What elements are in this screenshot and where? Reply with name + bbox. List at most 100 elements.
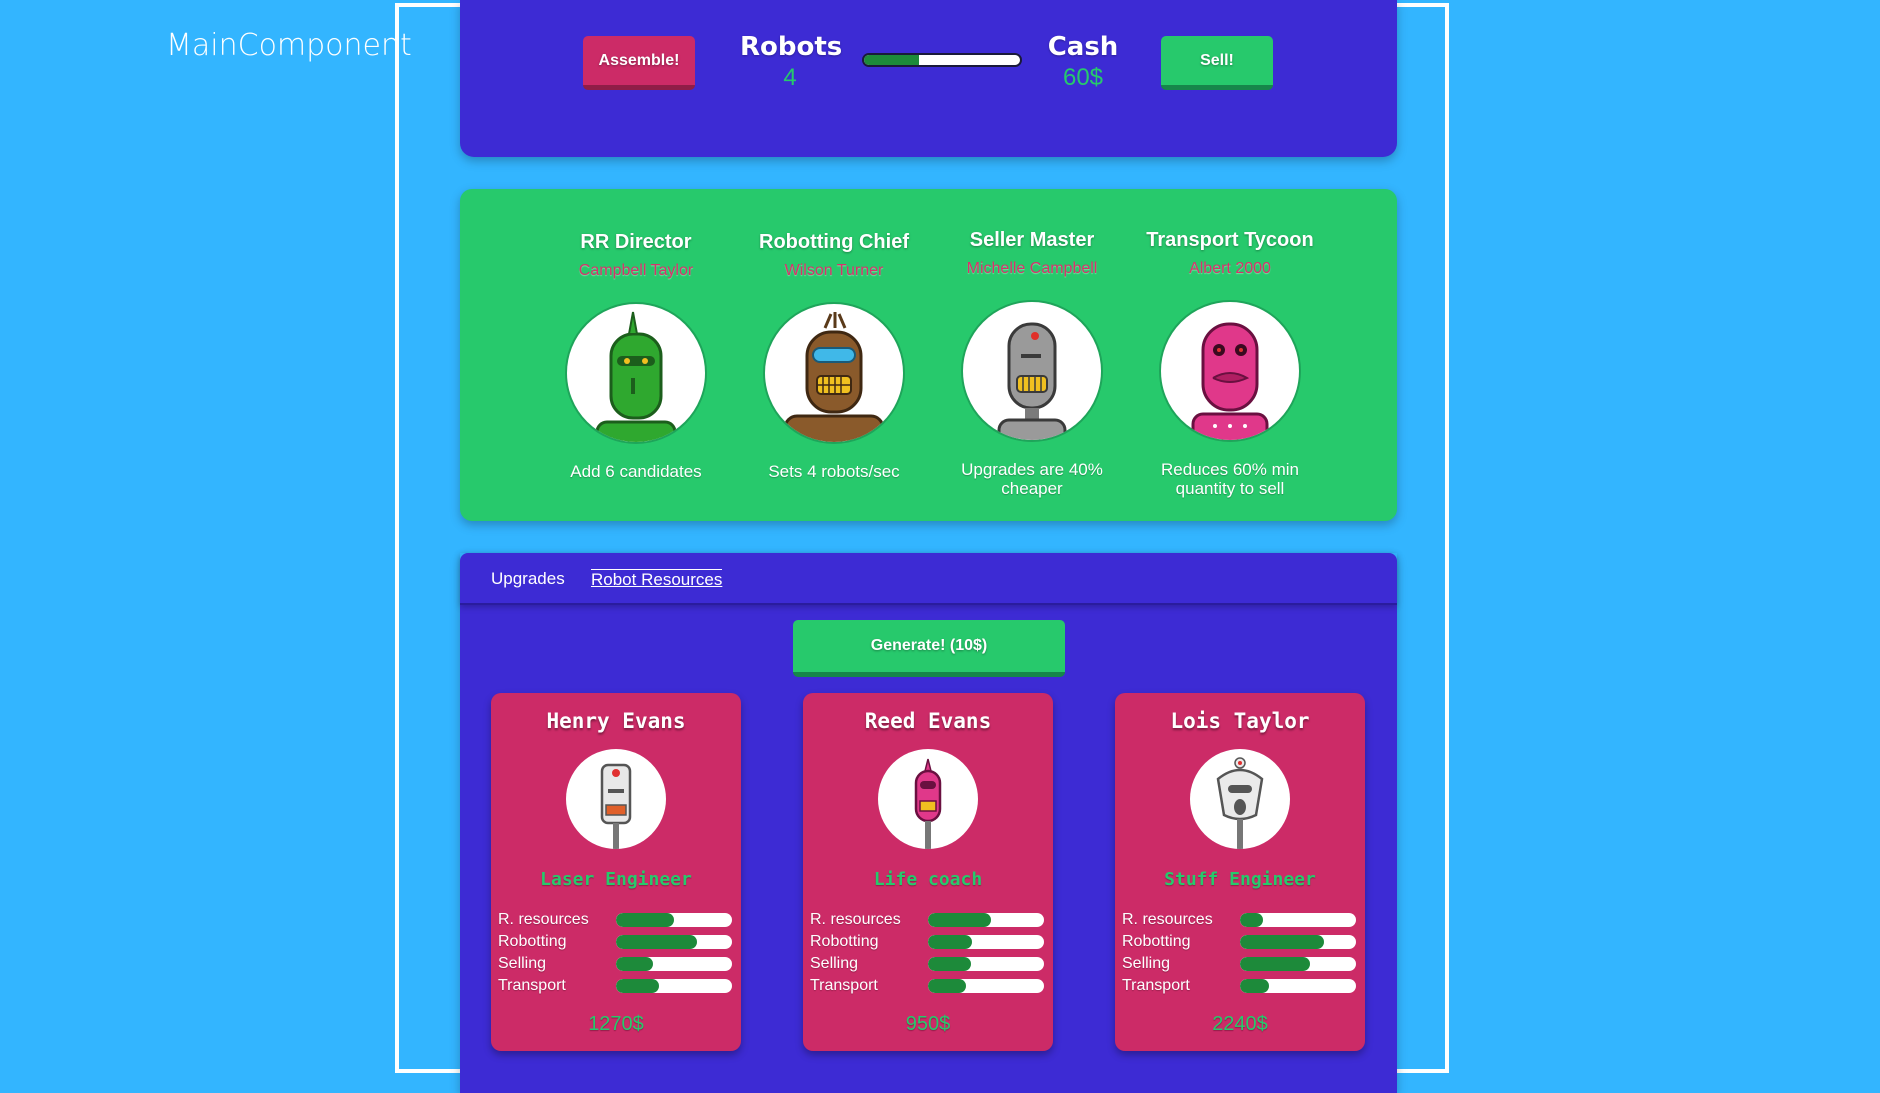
skill-label: Transport: [1122, 977, 1190, 994]
cash-stat: Cash 60$: [1033, 32, 1133, 92]
candidate-role: Life coach: [873, 869, 983, 890]
candidate-name: Reed Evans: [864, 709, 992, 733]
resources-panel: Upgrades Robot Resources Generate! (10$)…: [460, 553, 1397, 1093]
candidate-name: Henry Evans: [546, 709, 686, 733]
skill-row: Selling: [498, 953, 734, 975]
skill-bar: [1240, 935, 1356, 949]
skill-label: Transport: [810, 977, 878, 994]
executive-name: Wilson Turner: [784, 262, 884, 279]
executive-title: RR Director: [580, 231, 692, 253]
skill-bar: [928, 957, 1044, 971]
executive-avatar[interactable]: [565, 302, 707, 444]
skill-row: Selling: [1122, 953, 1358, 975]
pink-robot-icon: [914, 758, 942, 849]
candidate-card: Reed Evans Life coach R. resources Robot…: [803, 693, 1053, 1051]
skill-bar-fill: [928, 979, 967, 993]
executive-title: Transport Tycoon: [1146, 229, 1314, 251]
stats-panel: Assemble! Robots 4 Cash 60$ Sell!: [460, 0, 1397, 157]
cash-label: Cash: [1047, 32, 1119, 62]
skill-bar-fill: [616, 935, 698, 949]
skill-bar: [616, 957, 732, 971]
executive-avatar[interactable]: [961, 300, 1103, 442]
component-label: MainComponent: [166, 28, 412, 63]
skill-row: Robotting: [498, 931, 734, 953]
skill-bar: [928, 935, 1044, 949]
tab-robot-resources[interactable]: Robot Resources: [591, 569, 723, 590]
executive-avatar[interactable]: [1159, 300, 1301, 442]
executive-card: Seller Master Michelle Campbell Upgrades…: [937, 229, 1127, 498]
skill-bar: [616, 935, 732, 949]
gray-robot-icon: [997, 322, 1067, 440]
executive-card: Robotting Chief Wilson Turner Sets 4 rob…: [739, 231, 929, 481]
white-robot-icon: [600, 763, 632, 849]
assemble-button[interactable]: Assemble!: [583, 36, 695, 90]
executive-desc: Add 6 candidates: [570, 462, 702, 481]
skill-bar: [1240, 979, 1356, 993]
skill-bar-fill: [1240, 935, 1324, 949]
green-robot-icon: [595, 311, 677, 442]
sell-button[interactable]: Sell!: [1161, 36, 1273, 90]
executive-title: Robotting Chief: [759, 231, 909, 253]
skill-bar-fill: [928, 957, 971, 971]
skill-list: R. resources Robotting Selling Transport: [498, 909, 734, 997]
candidate-price: 1270$: [588, 1013, 644, 1035]
executive-name: Albert 2000: [1189, 260, 1271, 277]
assemble-progress-bar: [862, 53, 1022, 67]
skill-bar-fill: [616, 957, 654, 971]
progress-fill: [864, 55, 919, 65]
skill-bar-fill: [1240, 979, 1269, 993]
candidate-avatar[interactable]: [566, 749, 666, 849]
executive-desc: Upgrades are 40% cheaper: [961, 460, 1103, 498]
executive-desc: Sets 4 robots/sec: [768, 462, 900, 481]
skill-bar-fill: [1240, 957, 1310, 971]
skill-label: Selling: [1122, 955, 1171, 972]
candidate-price: 950$: [905, 1013, 951, 1035]
skill-bar-fill: [1240, 913, 1264, 927]
skill-label: Selling: [498, 955, 547, 972]
candidate-card: Lois Taylor Stuff Engineer R. resources …: [1115, 693, 1365, 1051]
skill-row: R. resources: [810, 909, 1046, 931]
skill-label: R. resources: [1122, 911, 1213, 928]
skill-list: R. resources Robotting Selling Transport: [810, 909, 1046, 997]
candidate-price: 2240$: [1212, 1013, 1268, 1035]
skill-row: Robotting: [1122, 931, 1358, 953]
skill-label: R. resources: [498, 911, 589, 928]
skill-bar: [616, 979, 732, 993]
executive-title: Seller Master: [969, 229, 1095, 251]
generate-button[interactable]: Generate! (10$): [793, 620, 1065, 677]
executive-card: RR Director Campbell Taylor Add 6 candid…: [541, 231, 731, 481]
skill-label: Robotting: [810, 933, 879, 950]
pink-robot-icon: [1191, 322, 1269, 440]
skill-row: Transport: [498, 975, 734, 997]
robots-label: Robots: [740, 32, 843, 62]
skill-row: Robotting: [810, 931, 1046, 953]
brown-robot-icon: [783, 312, 885, 442]
executive-card: Transport Tycoon Albert 2000 Reduces 60%…: [1135, 229, 1325, 498]
executive-avatar[interactable]: [763, 302, 905, 444]
skill-row: Transport: [1122, 975, 1358, 997]
skill-bar: [616, 913, 732, 927]
skill-label: Transport: [498, 977, 566, 994]
candidate-role: Laser Engineer: [540, 869, 692, 890]
skill-row: Transport: [810, 975, 1046, 997]
executive-name: Campbell Taylor: [578, 262, 694, 279]
robots-value: 4: [783, 64, 797, 91]
candidate-name: Lois Taylor: [1170, 709, 1310, 733]
candidate-avatar[interactable]: [1190, 749, 1290, 849]
candidate-role: Stuff Engineer: [1164, 869, 1316, 890]
candidate-card: Henry Evans Laser Engineer R. resources …: [491, 693, 741, 1051]
skill-list: R. resources Robotting Selling Transport: [1122, 909, 1358, 997]
skill-row: R. resources: [1122, 909, 1358, 931]
candidate-avatar[interactable]: [878, 749, 978, 849]
executive-name: Michelle Campbell: [966, 260, 1098, 277]
skill-bar-fill: [616, 979, 659, 993]
skill-row: R. resources: [498, 909, 734, 931]
skill-label: Selling: [810, 955, 859, 972]
skill-label: R. resources: [810, 911, 901, 928]
white-robot-icon: [1216, 757, 1264, 849]
cash-value: 60$: [1062, 64, 1104, 91]
skill-bar: [1240, 913, 1356, 927]
skill-bar-fill: [928, 913, 991, 927]
tab-upgrades[interactable]: Upgrades: [491, 569, 565, 589]
skill-bar-fill: [928, 935, 973, 949]
